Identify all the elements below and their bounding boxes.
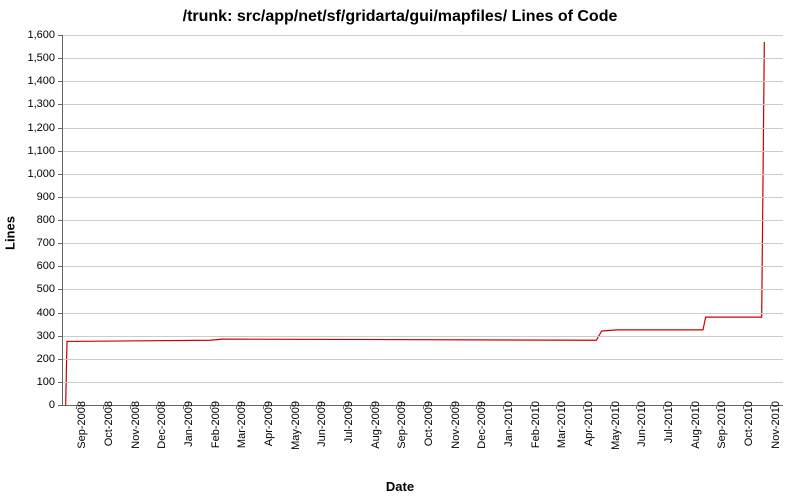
x-tick-label: Oct-2010 bbox=[743, 401, 755, 446]
grid-line bbox=[63, 382, 783, 383]
y-tick-label: 600 bbox=[0, 260, 55, 272]
y-tick-label: 1,300 bbox=[0, 98, 55, 110]
x-tick-label: Jun-2010 bbox=[636, 401, 648, 447]
x-tick-label: Apr-2009 bbox=[263, 401, 275, 446]
x-tick-label: Apr-2010 bbox=[583, 401, 595, 446]
x-tick-label: Jun-2009 bbox=[316, 401, 328, 447]
y-tick-label: 1,500 bbox=[0, 52, 55, 64]
grid-line bbox=[63, 128, 783, 129]
x-tick-label: Sep-2010 bbox=[716, 401, 728, 449]
y-tick-label: 1,000 bbox=[0, 168, 55, 180]
y-tick-label: 200 bbox=[0, 353, 55, 365]
grid-line bbox=[63, 81, 783, 82]
x-tick-label: Mar-2010 bbox=[556, 401, 568, 448]
y-tick-label: 1,400 bbox=[0, 75, 55, 87]
grid-line bbox=[63, 243, 783, 244]
x-tick-label: May-2009 bbox=[290, 401, 302, 450]
grid-line bbox=[63, 220, 783, 221]
y-tick-label: 500 bbox=[0, 283, 55, 295]
x-tick-label: Aug-2009 bbox=[370, 401, 382, 449]
y-tick-label: 1,200 bbox=[0, 122, 55, 134]
x-tick-label: Dec-2009 bbox=[476, 401, 488, 449]
grid-line bbox=[63, 289, 783, 290]
y-tick-label: 100 bbox=[0, 376, 55, 388]
x-tick-label: Nov-2010 bbox=[770, 401, 782, 449]
x-tick-label: Feb-2010 bbox=[530, 401, 542, 448]
x-tick-label: Sep-2008 bbox=[76, 401, 88, 449]
grid-line bbox=[63, 266, 783, 267]
plot-area: Sep-2008Oct-2008Nov-2008Dec-2008Jan-2009… bbox=[62, 35, 783, 406]
grid-line bbox=[63, 35, 783, 36]
x-tick-label: Jan-2010 bbox=[503, 401, 515, 447]
chart-title: /trunk: src/app/net/sf/gridarta/gui/mapf… bbox=[0, 0, 800, 26]
x-tick-label: Aug-2010 bbox=[690, 401, 702, 449]
x-tick-label: Mar-2009 bbox=[236, 401, 248, 448]
y-tick-label: 300 bbox=[0, 330, 55, 342]
x-tick-label: Sep-2009 bbox=[396, 401, 408, 449]
y-tick-label: 1,600 bbox=[0, 29, 55, 41]
grid-line bbox=[63, 197, 783, 198]
chart-container: /trunk: src/app/net/sf/gridarta/gui/mapf… bbox=[0, 0, 800, 500]
y-tick-label: 800 bbox=[0, 214, 55, 226]
x-tick-label: Nov-2009 bbox=[450, 401, 462, 449]
grid-line bbox=[63, 174, 783, 175]
x-tick-label: Oct-2009 bbox=[423, 401, 435, 446]
grid-line bbox=[63, 359, 783, 360]
x-tick-label: Jan-2009 bbox=[183, 401, 195, 447]
y-tick-label: 1,100 bbox=[0, 145, 55, 157]
grid-line bbox=[63, 313, 783, 314]
y-tick-label: 900 bbox=[0, 191, 55, 203]
grid-line bbox=[63, 151, 783, 152]
x-tick-label: Dec-2008 bbox=[156, 401, 168, 449]
y-tick-label: 400 bbox=[0, 307, 55, 319]
x-tick-label: Oct-2008 bbox=[103, 401, 115, 446]
x-axis-label: Date bbox=[386, 479, 414, 494]
x-tick-label: Jul-2010 bbox=[663, 401, 675, 443]
y-tick-label: 700 bbox=[0, 237, 55, 249]
y-tick-label: 0 bbox=[0, 399, 55, 411]
x-tick-label: Jul-2009 bbox=[343, 401, 355, 443]
x-tick-label: Feb-2009 bbox=[210, 401, 222, 448]
grid-line bbox=[63, 336, 783, 337]
x-tick-label: May-2010 bbox=[610, 401, 622, 450]
grid-line bbox=[63, 104, 783, 105]
x-tick-label: Nov-2008 bbox=[130, 401, 142, 449]
grid-line bbox=[63, 58, 783, 59]
data-line bbox=[66, 42, 765, 405]
